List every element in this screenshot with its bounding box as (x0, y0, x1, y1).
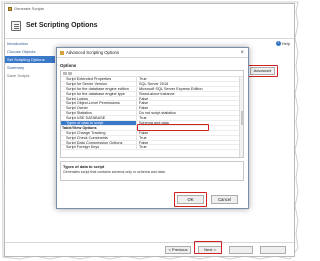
property-name: Script Check Constraints (66, 135, 108, 140)
property-value: False (136, 96, 243, 101)
property-value: True (136, 145, 243, 150)
sidebar-item-introduction[interactable]: Introduction (5, 40, 55, 48)
alphabetical-icon[interactable] (68, 72, 72, 75)
advanced-scripting-options-dialog: Advanced Scripting Options × Options Scr… (56, 47, 249, 209)
property-value: Stand-alone instance (136, 91, 243, 96)
finish-button[interactable] (229, 246, 253, 254)
sidebar-item-summary[interactable]: Summary (5, 63, 55, 71)
window-titlebar: Generate Scripts (5, 4, 294, 13)
property-value: True (136, 77, 243, 81)
page-title: Set Scripting Options (26, 22, 98, 29)
property-value: Microsoft SQL Server Express Edition (136, 86, 243, 91)
dialog-title: Advanced Scripting Options (66, 50, 120, 55)
property-value: False (136, 106, 243, 111)
property-value: True (136, 116, 243, 121)
wizard-sidebar: Introduction Choose Objects Set Scriptin… (5, 40, 55, 240)
sidebar-item-choose-objects[interactable]: Choose Objects (5, 48, 55, 56)
property-name: Script Object-Level Permissions (66, 101, 120, 106)
dialog-titlebar: Advanced Scripting Options × (57, 48, 248, 58)
property-grid-scrollbar[interactable] (239, 77, 243, 157)
property-name: Script Logins (66, 96, 88, 101)
highlight-advanced (248, 65, 278, 77)
window-title: Generate Scripts (14, 6, 45, 11)
highlight-next (194, 241, 222, 254)
property-value: False (136, 101, 243, 106)
scrollbar-thumb[interactable] (240, 111, 243, 125)
app-icon (8, 6, 12, 11)
property-name: Script USE DATABASE (66, 116, 106, 121)
property-name: Script for the database engine type (66, 91, 125, 96)
property-name: Script for the database engine edition (66, 86, 129, 91)
property-name: Script for Server Version (66, 81, 108, 86)
property-name: Script Extended Properties (66, 77, 112, 81)
property-name: Script Data Compression Options (66, 140, 123, 145)
property-name: Script Foreign Keys (66, 145, 100, 150)
property-name: Script Change Tracking (66, 130, 106, 135)
description-text: Generates script that contains schema on… (63, 169, 166, 174)
sidebar-item-save-scripts[interactable]: Save Scripts (5, 71, 55, 79)
sidebar-item-set-scripting-options[interactable]: Set Scripting Options (5, 55, 55, 64)
property-name: Script Statistics (66, 111, 92, 116)
category-name: Table/View Options (62, 125, 97, 130)
property-value: SQL Server 2016 (136, 81, 243, 86)
property-name: Types of data to script (61, 121, 136, 125)
property-name: Script Owner (66, 106, 88, 111)
previous-button[interactable]: < Previous (165, 246, 191, 254)
description-panel: Types of data to script Generates script… (60, 161, 244, 181)
wizard-cancel-button[interactable] (260, 246, 286, 254)
highlight-ok (174, 192, 207, 207)
scripting-options-icon (11, 20, 21, 31)
wizard-header: Set Scripting Options (5, 13, 294, 39)
highlight-types-of-data (137, 124, 209, 131)
dialog-app-icon (60, 50, 64, 55)
property-value: Do not script statistics (136, 111, 243, 116)
categorized-icon[interactable] (63, 72, 67, 75)
property-row[interactable]: Script Foreign Keys True (61, 145, 243, 151)
options-label: Options (60, 63, 77, 68)
close-icon[interactable]: × (240, 50, 244, 56)
property-value: True (136, 135, 243, 140)
dialog-cancel-button[interactable]: Cancel (211, 195, 238, 204)
description-title: Types of data to script (63, 163, 105, 169)
property-value: False (136, 140, 243, 145)
property-grid[interactable]: Script Extended Properties True Script fo… (60, 70, 244, 158)
wizard-footer: < Previous Next > (5, 242, 294, 258)
property-value: False (136, 130, 243, 135)
